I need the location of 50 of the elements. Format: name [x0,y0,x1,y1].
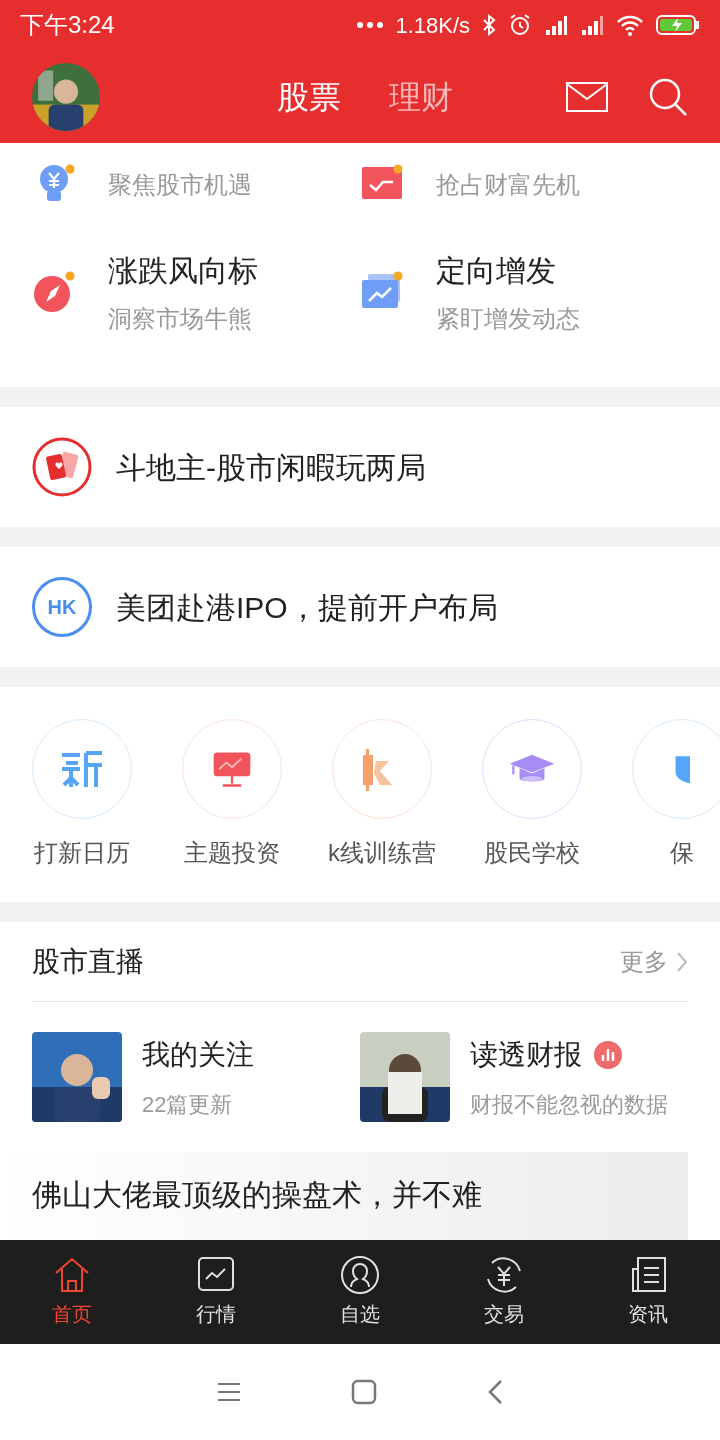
home-button-icon[interactable] [351,1379,377,1405]
article-title: 佛山大佬最顶级的操盘术，并不难 [32,1178,482,1211]
more-dots-icon [357,22,384,28]
banner-text: 斗地主-股市闲暇玩两局 [116,449,426,486]
yen-exchange-icon [484,1255,524,1295]
menu-icon[interactable] [217,1382,241,1402]
battery-icon [656,14,700,36]
feature-title[interactable]: 涨跌风向标 [108,247,258,293]
feature-subtitle: 紧盯增发动态 [436,303,580,334]
shortcut-label: k线训练营 [328,838,436,868]
status-time: 下午3:24 [20,10,115,40]
nav-tab[interactable]: 行情 [166,1255,266,1329]
user-icon [340,1255,380,1295]
column-subtitle: 财报不能忽视的数据 [470,1090,668,1119]
nav-tab[interactable]: 首页 [22,1255,122,1329]
column-card[interactable]: 我的关注 22篇更新 [32,1032,360,1122]
feature-title[interactable]: 定向增发 [436,247,580,293]
signal-icon [580,15,604,35]
nav-tab[interactable]: 自选 [310,1255,410,1329]
chevron-right-icon [676,950,688,973]
signal-icon [544,15,568,35]
hk-icon: HK [32,577,92,637]
shortcut-label: 股民学校 [484,838,580,868]
section-title: 股市直播 [32,944,144,979]
feature-subtitle: 抢占财富先机 [436,170,580,200]
column-title: 我的关注 [142,1037,254,1072]
feature-subtitle: 洞察市场牛熊 [108,303,253,334]
shortcut-label: 保 [670,838,694,868]
playing-cards-icon [32,437,92,497]
alarm-icon [508,13,532,37]
column-card[interactable]: 读透财报 财报不能忽视的数据 [360,1032,688,1122]
back-icon[interactable] [487,1379,503,1405]
column-subtitle: 22篇更新 [142,1090,234,1119]
shortcut-label: 打新日历 [34,838,130,868]
banner-row[interactable]: 斗地主-股市闲暇玩两局 [0,407,720,527]
header-tab[interactable]: 股票 [277,72,341,121]
nav-tab[interactable]: 交易 [454,1255,554,1329]
network-speed: 1.18K/s [395,11,470,40]
column-title: 读透财报 [470,1037,582,1072]
banner-row[interactable]: HK 美团赴港IPO，提前开户布局 [0,547,720,667]
feature-subtitle: 聚焦股市机遇 [108,170,252,200]
wifi-icon [616,14,644,36]
mail-icon[interactable] [566,81,608,112]
banner-text: 美团赴港IPO，提前开户布局 [116,589,498,626]
compass-icon [32,270,76,314]
search-icon[interactable] [648,76,688,117]
nav-tab[interactable]: 资讯 [598,1255,698,1329]
bluetooth-icon [482,14,496,36]
bar-chart-icon [594,1040,622,1069]
shortcut-label: 主题投资 [184,838,280,868]
